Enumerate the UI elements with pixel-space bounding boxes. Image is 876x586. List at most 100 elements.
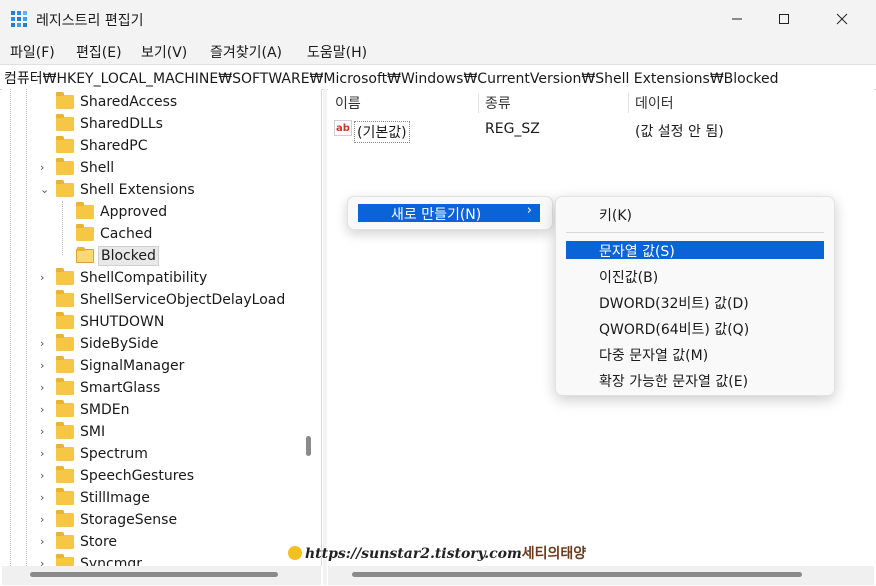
expand-chevron-icon[interactable]: ›	[40, 469, 50, 482]
expand-chevron-icon[interactable]: ›	[40, 161, 50, 174]
folder-icon	[56, 356, 74, 373]
tree-item-label: ShellCompatibility	[80, 270, 208, 286]
folder-icon	[56, 422, 74, 439]
column-divider[interactable]	[628, 93, 629, 113]
tree-item-shareddlls[interactable]: SharedDLLs	[2, 113, 302, 135]
folder-icon	[76, 202, 94, 219]
tree-item-spectrum[interactable]: › Spectrum	[2, 443, 302, 465]
menu-separator	[566, 232, 824, 233]
tree-item-smden[interactable]: › SMDEn	[2, 399, 302, 421]
menu-item-label: 이진값(B)	[599, 270, 659, 286]
close-button[interactable]	[819, 0, 865, 38]
expand-chevron-icon[interactable]: ›	[40, 513, 50, 526]
tree-item-sharedaccess[interactable]: SharedAccess	[2, 91, 302, 113]
tree-item-smi[interactable]: › SMI	[2, 421, 302, 443]
title-bar: 레지스트리 편집기	[0, 0, 876, 38]
smiley-face-icon	[288, 546, 302, 560]
menu-item-multi-string-value[interactable]: 다중 문자열 값(M)	[566, 345, 824, 364]
tree-item-syncmgr[interactable]: › Syncmgr	[2, 553, 302, 566]
column-header-name[interactable]: 이름	[335, 93, 361, 113]
maximize-button[interactable]	[761, 0, 807, 38]
expand-chevron-icon[interactable]	[40, 293, 50, 305]
window-title: 레지스트리 편집기	[36, 13, 144, 29]
menu-item-label: 다중 문자열 값(M)	[599, 348, 709, 364]
menu-item-label: QWORD(64비트) 값(Q)	[599, 322, 750, 338]
folder-icon	[56, 114, 74, 131]
folder-icon	[56, 510, 74, 527]
maximize-icon	[779, 14, 789, 24]
pane-splitter[interactable]	[323, 89, 327, 585]
expand-chevron-icon[interactable]: ›	[40, 271, 50, 284]
tree-item-shell-extensions[interactable]: ⌄ Shell Extensions	[2, 179, 302, 201]
menu-item-expandable-string-value[interactable]: 확장 가능한 문자열 값(E)	[566, 371, 824, 390]
tree-item-label: SMI	[80, 424, 106, 440]
expand-chevron-icon[interactable]: ›	[40, 359, 50, 372]
tree-item-label-selected: Blocked	[98, 246, 159, 266]
expand-chevron-icon[interactable]: ›	[40, 535, 50, 548]
expand-chevron-icon[interactable]: ›	[40, 447, 50, 460]
tree-horizontal-scrollbar-thumb[interactable]	[30, 572, 278, 577]
tree-item-stillimage[interactable]: › StillImage	[2, 487, 302, 509]
tree-item-approved[interactable]: Approved	[2, 201, 302, 223]
tree-item-label: SpeechGestures	[80, 468, 195, 484]
tree-item-cached[interactable]: Cached	[2, 223, 302, 245]
menu-item-qword-value[interactable]: QWORD(64비트) 값(Q)	[566, 319, 824, 338]
collapse-chevron-icon[interactable]: ⌄	[40, 183, 50, 196]
menu-item-new[interactable]: 새로 만들기(N) ›	[358, 203, 540, 223]
expand-chevron-icon[interactable]: ›	[40, 491, 50, 504]
tree-item-blocked[interactable]: Blocked	[2, 245, 302, 267]
address-path[interactable]: 컴퓨터₩HKEY_LOCAL_MACHINE₩SOFTWARE₩Microsof…	[4, 68, 779, 88]
menu-edit[interactable]: 편집(E)	[76, 42, 122, 62]
tree-item-shell[interactable]: › Shell	[2, 157, 302, 179]
tree-item-storagesense[interactable]: › StorageSense	[2, 509, 302, 531]
menu-item-label: 확장 가능한 문자열 값(E)	[599, 374, 749, 390]
open-folder-icon	[76, 247, 94, 263]
folder-icon	[56, 92, 74, 109]
tree-item-label: Spectrum	[80, 446, 148, 462]
menu-item-binary-value[interactable]: 이진값(B)	[566, 267, 824, 286]
tree-vertical-scrollbar-thumb[interactable]	[306, 436, 311, 456]
tree-item-store[interactable]: › Store	[2, 531, 302, 553]
tree-item-signalmanager[interactable]: › SignalManager	[2, 355, 302, 377]
column-header-data[interactable]: 데이터	[635, 93, 674, 113]
menu-item-key[interactable]: 키(K)	[566, 205, 824, 224]
expand-chevron-icon[interactable]: ›	[40, 403, 50, 416]
menu-item-dword-value[interactable]: DWORD(32비트) 값(D)	[566, 293, 824, 312]
tree-item-sidebyside[interactable]: › SideBySide	[2, 333, 302, 355]
column-divider[interactable]	[478, 93, 479, 113]
tree-item-label: Approved	[100, 204, 168, 220]
expand-chevron-icon[interactable]: ›	[40, 557, 50, 566]
tree-item-label: SMDEn	[80, 402, 130, 418]
tree-item-smartglass[interactable]: › SmartGlass	[2, 377, 302, 399]
expand-chevron-icon[interactable]: ›	[40, 381, 50, 394]
folder-icon	[56, 334, 74, 351]
folder-icon	[56, 554, 74, 566]
tree-item-shutdown[interactable]: SHUTDOWN	[2, 311, 302, 333]
expand-chevron-icon[interactable]	[40, 139, 50, 151]
menu-item-string-value[interactable]: 문자열 값(S)	[566, 241, 824, 260]
tree-item-label: Syncmgr	[80, 556, 143, 566]
menu-item-new-label: 새로 만들기(N)	[391, 207, 482, 223]
tree-item-shellcompatibility[interactable]: › ShellCompatibility	[2, 267, 302, 289]
key-tree[interactable]: SharedAccess SharedDLLs SharedPC › Shell…	[2, 89, 322, 566]
regedit-app-icon	[11, 11, 27, 27]
expand-chevron-icon[interactable]	[40, 315, 50, 327]
list-horizontal-scrollbar-thumb[interactable]	[352, 572, 802, 577]
expand-chevron-icon[interactable]: ›	[40, 337, 50, 350]
value-name[interactable]: (기본값)	[354, 121, 410, 143]
menu-help[interactable]: 도움말(H)	[307, 42, 367, 62]
address-bar[interactable]: 컴퓨터₩HKEY_LOCAL_MACHINE₩SOFTWARE₩Microsof…	[0, 64, 876, 90]
minimize-button[interactable]	[714, 0, 760, 38]
expand-chevron-icon[interactable]	[40, 95, 50, 107]
expand-chevron-icon[interactable]: ›	[40, 425, 50, 438]
tree-item-sharedpc[interactable]: SharedPC	[2, 135, 302, 157]
expand-chevron-icon[interactable]	[40, 117, 50, 129]
menu-favorites[interactable]: 즐겨찾기(A)	[210, 42, 282, 62]
column-header-type[interactable]: 종류	[485, 93, 511, 113]
tree-item-label: Store	[80, 534, 118, 550]
menu-view[interactable]: 보기(V)	[141, 42, 187, 62]
tree-item-label: Shell Extensions	[80, 182, 195, 198]
tree-item-speechgestures[interactable]: › SpeechGestures	[2, 465, 302, 487]
menu-file[interactable]: 파일(F)	[10, 42, 55, 62]
tree-item-shellserviceobjectdelayload[interactable]: ShellServiceObjectDelayLoad	[2, 289, 302, 311]
